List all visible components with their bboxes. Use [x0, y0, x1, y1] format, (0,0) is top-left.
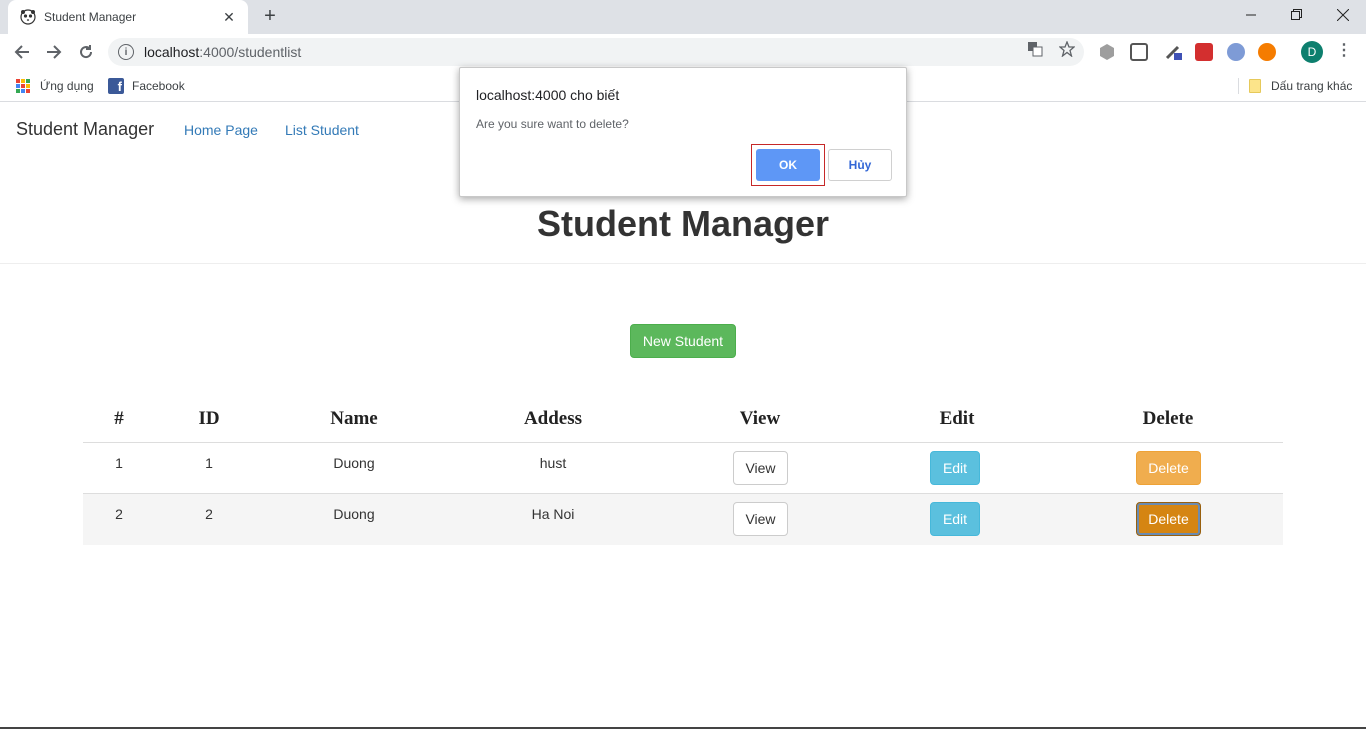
extension-tools-icon[interactable]: [1164, 43, 1182, 61]
bookmark-star-icon[interactable]: [1058, 40, 1076, 58]
restore-icon[interactable]: [1274, 0, 1320, 30]
cell-address: hust: [539, 455, 567, 471]
tab-close-icon[interactable]: ✕: [220, 9, 238, 26]
table-row: 1 1 Duong hust View Edit Delete: [83, 443, 1283, 494]
apps-grid-icon: [16, 79, 30, 93]
dialog-title: localhost:4000 cho biết: [476, 87, 620, 103]
forward-arrow-icon[interactable]: [42, 40, 66, 64]
page-title: Student Manager: [536, 203, 830, 244]
column-header-id: ID: [198, 408, 220, 429]
delete-button-active[interactable]: Delete: [1136, 502, 1201, 536]
column-header-delete: Delete: [1142, 408, 1194, 429]
column-header-edit: Edit: [939, 408, 975, 429]
table-row: 2 2 Duong Ha Noi View Edit Delete: [83, 494, 1283, 545]
view-button[interactable]: View: [733, 451, 788, 485]
reload-icon[interactable]: [74, 40, 98, 64]
cell-number: 1: [115, 455, 123, 471]
delete-button[interactable]: Delete: [1136, 451, 1201, 485]
bookmark-facebook[interactable]: f Facebook: [108, 76, 185, 96]
cell-id: 2: [205, 506, 213, 522]
student-table: # ID Name Addess View Edit Delete 1 1 Du…: [83, 398, 1283, 545]
bookmark-apps[interactable]: Ứng dụng: [16, 76, 94, 96]
dialog-cancel-button[interactable]: Hủy: [828, 149, 892, 181]
browser-toolbar: i localhost:4000/studentlist D ⋮: [0, 34, 1366, 70]
dialog-message: Are you sure want to delete?: [476, 117, 629, 131]
column-header-name: Name: [330, 408, 378, 429]
minimize-icon[interactable]: [1228, 0, 1274, 30]
new-tab-button[interactable]: +: [258, 6, 282, 28]
nav-list-student-link[interactable]: List Student: [285, 122, 359, 138]
cell-name: Duong: [333, 506, 375, 522]
column-header-address: Addess: [523, 408, 583, 429]
menu-dots-icon[interactable]: ⋮: [1336, 42, 1352, 62]
url-text: localhost:4000/studentlist: [144, 44, 302, 60]
extension-frame-icon[interactable]: [1130, 43, 1148, 61]
bookmark-facebook-label: Facebook: [132, 79, 185, 93]
profile-avatar[interactable]: D: [1301, 41, 1323, 63]
cell-address: Ha Noi: [531, 506, 575, 522]
extension-orange-icon[interactable]: [1258, 43, 1276, 61]
extension-cube-icon[interactable]: [1098, 43, 1116, 61]
confirm-dialog: localhost:4000 cho biết Are you sure wan…: [459, 67, 907, 197]
bookmark-other-folder[interactable]: Dấu trang khác: [1249, 76, 1352, 96]
edit-button[interactable]: Edit: [930, 451, 980, 485]
view-button[interactable]: View: [733, 502, 788, 536]
bookmark-other-label: Dấu trang khác: [1271, 79, 1353, 93]
browser-tab[interactable]: Student Manager ✕: [8, 0, 248, 34]
bookmark-apps-label: Ứng dụng: [40, 79, 94, 93]
edit-button[interactable]: Edit: [930, 502, 980, 536]
back-arrow-icon[interactable]: [10, 40, 34, 64]
panda-favicon-icon: [20, 9, 36, 25]
folder-icon: [1249, 79, 1261, 93]
translate-icon[interactable]: [1026, 40, 1044, 58]
dialog-ok-button[interactable]: OK: [756, 149, 820, 181]
cell-id: 1: [205, 455, 213, 471]
facebook-icon: f: [108, 78, 124, 94]
bookmarks-divider: [1238, 78, 1239, 94]
column-header-number: #: [114, 408, 124, 429]
title-divider: [0, 263, 1366, 264]
extension-red-icon[interactable]: [1195, 43, 1213, 61]
extension-blue-icon[interactable]: [1227, 43, 1245, 61]
address-bar[interactable]: i localhost:4000/studentlist: [108, 38, 1084, 66]
column-header-view: View: [739, 408, 781, 429]
close-window-icon[interactable]: [1320, 0, 1366, 30]
cell-number: 2: [115, 506, 123, 522]
navbar-brand[interactable]: Student Manager: [16, 119, 154, 140]
cell-name: Duong: [333, 455, 375, 471]
tab-strip: Student Manager ✕ +: [0, 0, 1366, 34]
new-student-button[interactable]: New Student: [630, 324, 736, 358]
nav-home-link[interactable]: Home Page: [184, 122, 258, 138]
info-icon[interactable]: i: [118, 44, 134, 60]
tab-title: Student Manager: [44, 10, 137, 24]
table-header: # ID Name Addess View Edit Delete: [83, 398, 1283, 443]
